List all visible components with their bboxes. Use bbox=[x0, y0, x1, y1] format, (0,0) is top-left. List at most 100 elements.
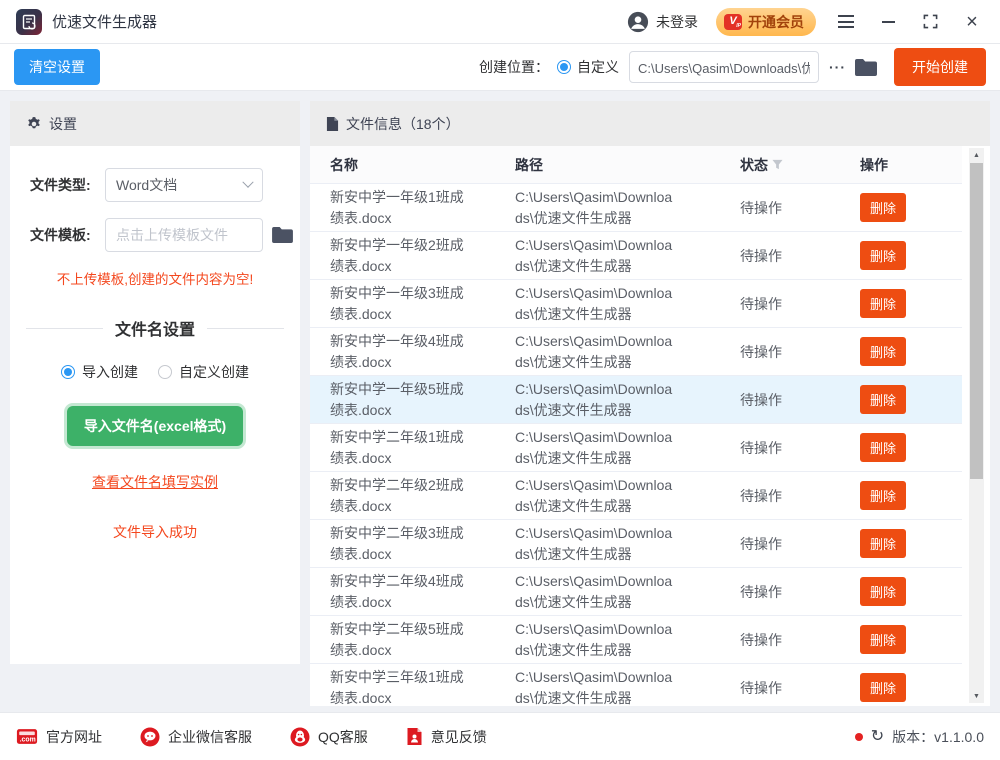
file-path-cell: C:\Users\Qasim\Downloads\优速文件生成器 bbox=[515, 284, 673, 322]
settings-panel-header: 设置 bbox=[10, 101, 300, 146]
import-filenames-button[interactable]: 导入文件名(excel格式) bbox=[66, 406, 244, 446]
file-path-cell: C:\Users\Qasim\Downloads\优速文件生成器 bbox=[515, 620, 673, 658]
delete-button[interactable]: 删除 bbox=[860, 481, 907, 510]
column-header-path: 路径 bbox=[515, 156, 543, 173]
import-create-radio[interactable]: 导入创建 bbox=[61, 362, 138, 382]
wechat-icon bbox=[140, 727, 160, 746]
vip-icon: V IP bbox=[724, 13, 742, 30]
column-header-action: 操作 bbox=[860, 156, 888, 173]
file-info-panel-header: 文件信息（18个） bbox=[310, 101, 990, 146]
qq-support-link[interactable]: QQ客服 bbox=[290, 727, 368, 747]
dot-com-icon: .com bbox=[16, 729, 38, 744]
file-name-cell: 新安中学一年级1班成绩表.docx bbox=[330, 188, 464, 226]
file-name-cell: 新安中学一年级5班成绩表.docx bbox=[330, 380, 464, 418]
delete-button[interactable]: 删除 bbox=[860, 577, 907, 606]
column-header-status[interactable]: 状态 bbox=[740, 155, 860, 175]
column-header-name: 名称 bbox=[330, 156, 358, 173]
template-warning-text: 不上传模板,创建的文件内容为空! bbox=[56, 272, 254, 287]
custom-create-radio[interactable]: 自定义创建 bbox=[158, 362, 249, 382]
refresh-icon[interactable]: ↻ bbox=[871, 728, 884, 745]
gear-icon bbox=[28, 116, 40, 128]
file-name-cell: 新安中学二年级5班成绩表.docx bbox=[330, 620, 464, 658]
feedback-label: 意见反馈 bbox=[430, 728, 487, 745]
svg-text:.com: .com bbox=[20, 737, 36, 744]
maximize-button[interactable] bbox=[918, 10, 942, 34]
qq-icon bbox=[290, 727, 310, 746]
file-path-cell: C:\Users\Qasim\Downloads\优速文件生成器 bbox=[515, 380, 673, 418]
radio-checked-icon bbox=[61, 365, 75, 379]
folder-icon bbox=[272, 226, 293, 244]
clear-settings-button[interactable]: 清空设置 bbox=[14, 49, 100, 85]
browse-ellipsis-button[interactable]: ··· bbox=[829, 59, 846, 75]
delete-button[interactable]: 删除 bbox=[860, 673, 907, 702]
open-vip-button[interactable]: V IP 开通会员 bbox=[716, 7, 816, 36]
file-path-cell: C:\Users\Qasim\Downloads\优速文件生成器 bbox=[515, 236, 673, 274]
toolbar: 清空设置 创建位置： 自定义 ··· 开始创建 bbox=[0, 44, 1000, 91]
table-header-row: 名称 路径 状态 操作 bbox=[310, 146, 962, 184]
document-icon bbox=[326, 116, 339, 131]
table-row: 新安中学一年级2班成绩表.docx C:\Users\Qasim\Downloa… bbox=[310, 232, 962, 280]
custom-location-radio[interactable]: 自定义 bbox=[557, 57, 619, 77]
login-status[interactable]: 未登录 bbox=[627, 11, 698, 33]
table-scrollbar[interactable]: ▲ ▼ bbox=[969, 148, 984, 703]
file-type-select[interactable]: Word文档 bbox=[105, 168, 263, 202]
official-website-label: 官方网址 bbox=[46, 728, 102, 745]
file-name-cell: 新安中学一年级4班成绩表.docx bbox=[330, 332, 464, 370]
file-status-cell: 待操作 bbox=[740, 535, 782, 552]
login-status-label: 未登录 bbox=[656, 13, 698, 30]
filename-example-link[interactable]: 查看文件名填写实例 bbox=[10, 472, 300, 492]
table-row: 新安中学一年级5班成绩表.docx C:\Users\Qasim\Downloa… bbox=[310, 376, 962, 424]
file-path-cell: C:\Users\Qasim\Downloads\优速文件生成器 bbox=[515, 524, 673, 562]
delete-button[interactable]: 删除 bbox=[860, 193, 907, 222]
table-row: 新安中学一年级3班成绩表.docx C:\Users\Qasim\Downloa… bbox=[310, 280, 962, 328]
app-logo-icon bbox=[16, 8, 42, 35]
scroll-up-icon[interactable]: ▲ bbox=[969, 148, 984, 162]
feedback-link[interactable]: 意见反馈 bbox=[406, 727, 487, 747]
table-row: 新安中学二年级1班成绩表.docx C:\Users\Qasim\Downloa… bbox=[310, 424, 962, 472]
file-status-cell: 待操作 bbox=[740, 583, 782, 600]
file-path-cell: C:\Users\Qasim\Downloads\优速文件生成器 bbox=[515, 476, 673, 514]
output-path-input[interactable] bbox=[629, 51, 819, 83]
maximize-icon bbox=[923, 14, 937, 29]
feedback-icon bbox=[407, 728, 422, 745]
minimize-icon bbox=[881, 20, 895, 23]
template-upload-input[interactable] bbox=[105, 218, 263, 252]
scroll-down-icon[interactable]: ▼ bbox=[969, 689, 984, 703]
version-label: 版本：v1.1.0.0 bbox=[892, 728, 984, 745]
template-label: 文件模板: bbox=[30, 227, 91, 243]
chevron-down-icon bbox=[242, 176, 254, 188]
qq-support-label: QQ客服 bbox=[318, 728, 368, 745]
table-row: 新安中学三年级1班成绩表.docx C:\Users\Qasim\Downloa… bbox=[310, 664, 962, 706]
official-website-link[interactable]: .com 官方网址 bbox=[16, 727, 102, 747]
file-path-cell: C:\Users\Qasim\Downloads\优速文件生成器 bbox=[515, 428, 673, 466]
file-name-cell: 新安中学二年级3班成绩表.docx bbox=[330, 524, 464, 562]
wechat-support-link[interactable]: 企业微信客服 bbox=[140, 727, 252, 747]
file-info-title: 文件信息（18个） bbox=[346, 115, 460, 132]
start-create-button[interactable]: 开始创建 bbox=[894, 48, 986, 86]
delete-button[interactable]: 删除 bbox=[860, 385, 907, 414]
template-folder-button[interactable] bbox=[271, 226, 294, 244]
file-status-cell: 待操作 bbox=[740, 631, 782, 648]
filter-funnel-icon[interactable] bbox=[772, 159, 783, 170]
table-row: 新安中学一年级1班成绩表.docx C:\Users\Qasim\Downloa… bbox=[310, 184, 962, 232]
table-row: 新安中学二年级5班成绩表.docx C:\Users\Qasim\Downloa… bbox=[310, 616, 962, 664]
scrollbar-thumb[interactable] bbox=[970, 163, 983, 479]
menu-button[interactable] bbox=[834, 10, 858, 34]
file-path-cell: C:\Users\Qasim\Downloads\优速文件生成器 bbox=[515, 188, 673, 226]
delete-button[interactable]: 删除 bbox=[860, 433, 907, 462]
delete-button[interactable]: 删除 bbox=[860, 337, 907, 366]
delete-button[interactable]: 删除 bbox=[860, 241, 907, 270]
file-type-label: 文件类型: bbox=[30, 177, 91, 193]
close-button[interactable]: × bbox=[960, 10, 984, 34]
file-name-cell: 新安中学二年级4班成绩表.docx bbox=[330, 572, 464, 610]
delete-button[interactable]: 删除 bbox=[860, 529, 907, 558]
table-body: 新安中学一年级1班成绩表.docx C:\Users\Qasim\Downloa… bbox=[310, 184, 962, 706]
delete-button[interactable]: 删除 bbox=[860, 625, 907, 654]
minimize-button[interactable] bbox=[876, 10, 900, 34]
radio-checked-icon bbox=[557, 60, 571, 74]
open-vip-label: 开通会员 bbox=[748, 13, 804, 30]
delete-button[interactable]: 删除 bbox=[860, 289, 907, 318]
open-folder-button[interactable] bbox=[854, 58, 878, 77]
import-create-label: 导入创建 bbox=[82, 364, 138, 380]
file-name-cell: 新安中学二年级2班成绩表.docx bbox=[330, 476, 464, 514]
